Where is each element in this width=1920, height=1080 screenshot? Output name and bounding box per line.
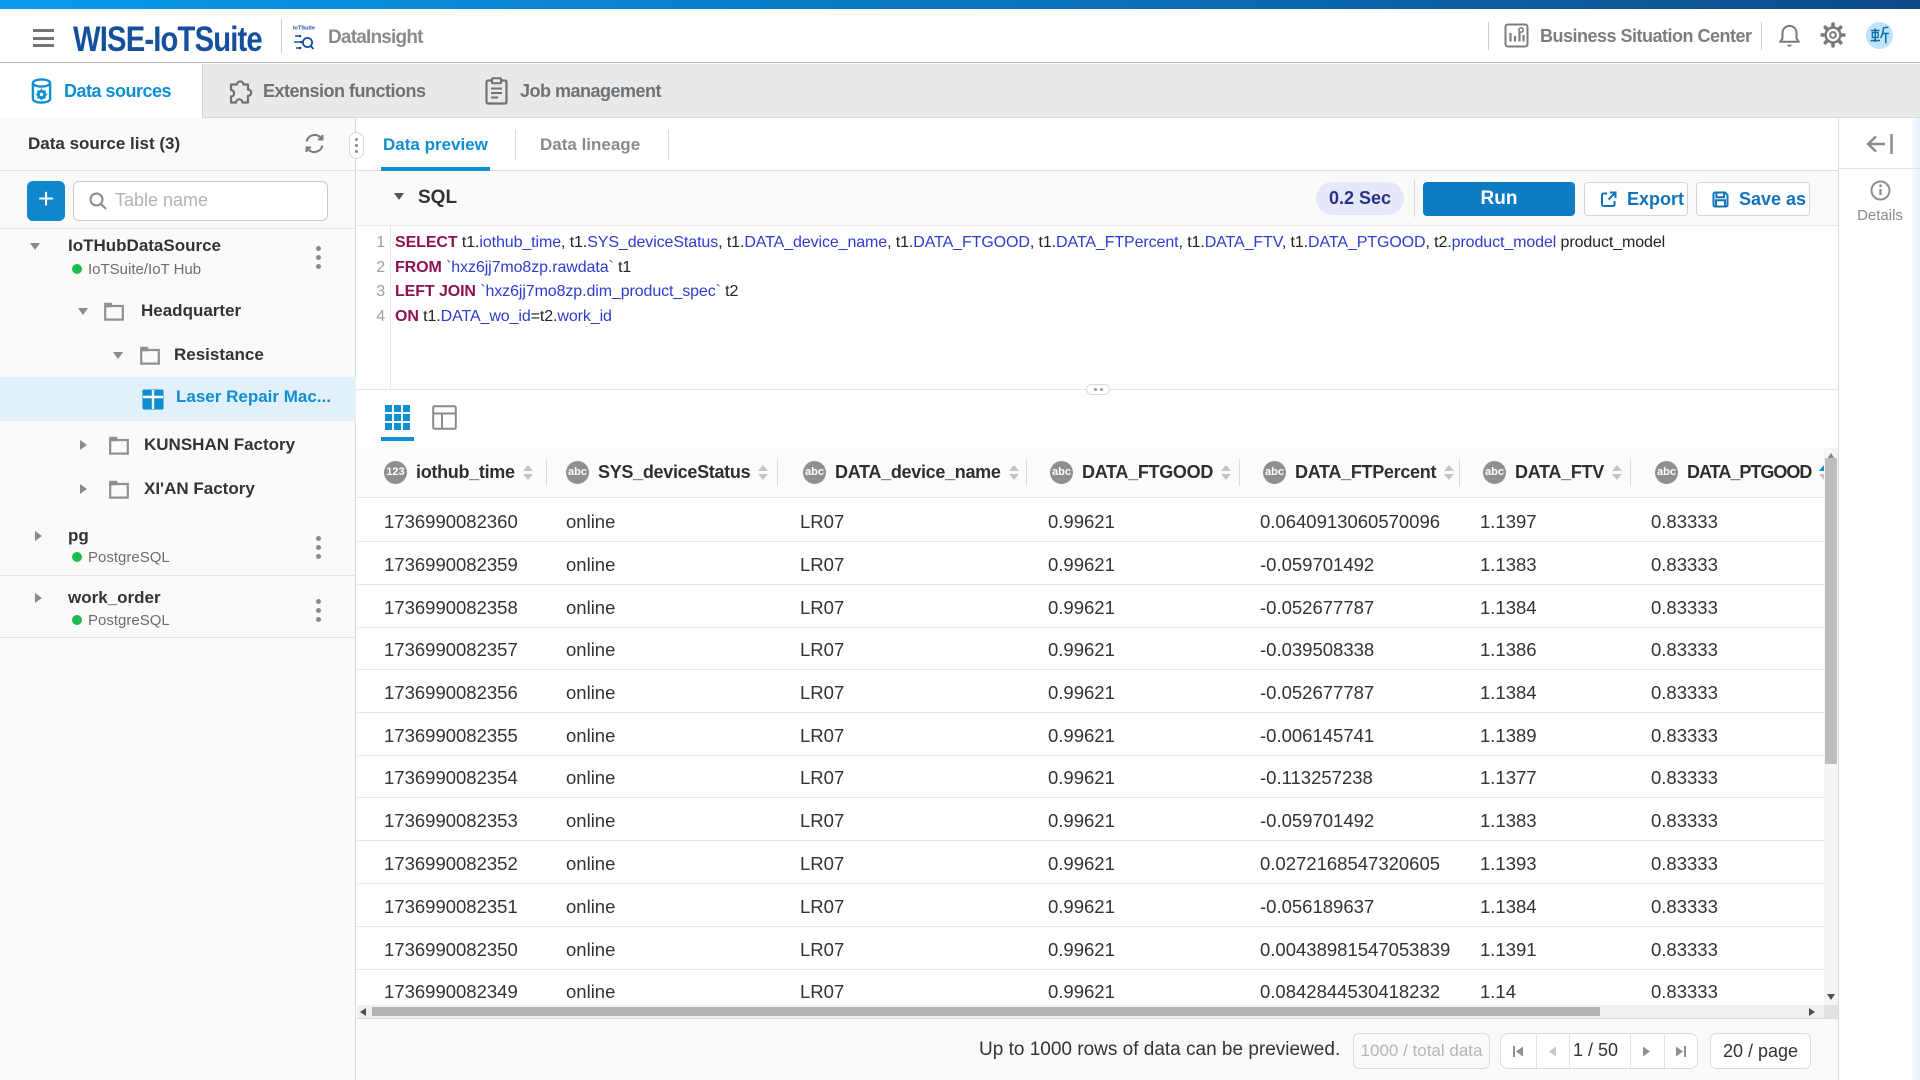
svg-text:IoTSuite: IoTSuite: [293, 26, 315, 32]
